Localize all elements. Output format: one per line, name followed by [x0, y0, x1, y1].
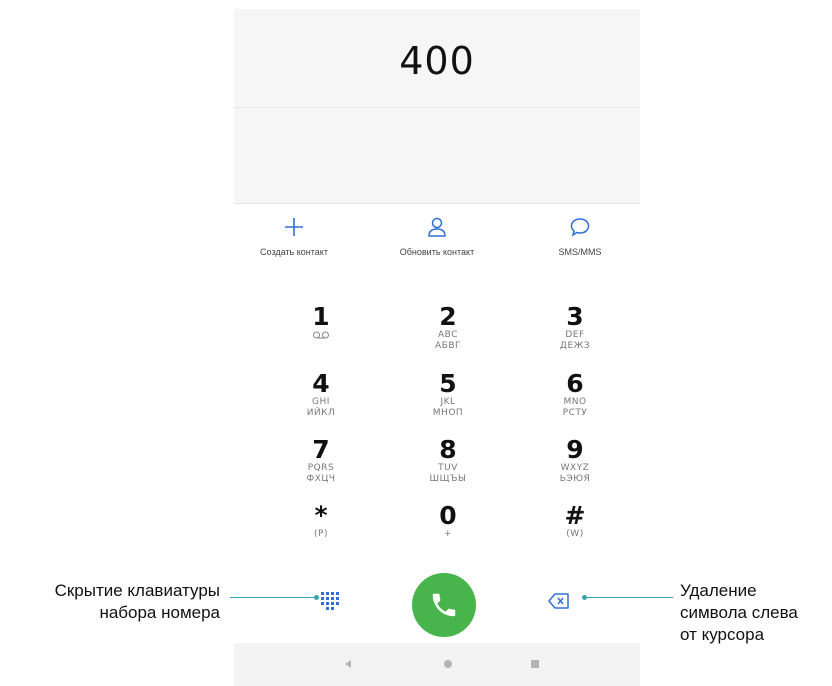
nav-back-button[interactable]: [341, 657, 355, 676]
phone-icon: [432, 593, 456, 617]
update-contact-label: Обновить контакт: [399, 247, 475, 257]
callout-backspace-line1: Удаление: [680, 581, 757, 600]
key-digit: 1: [312, 302, 330, 331]
key-letters-latin: TUV: [438, 463, 458, 473]
recents-square-icon: [531, 660, 539, 668]
key-letters-cyrillic: ФХЦЧ: [306, 474, 336, 484]
key-3[interactable]: 3 DEF ДЕЖЗ: [530, 304, 620, 352]
key-letters-latin: DEF: [565, 330, 585, 340]
person-icon: [428, 217, 446, 237]
key-letters-cyrillic: РСТУ: [562, 408, 588, 418]
callout-right-line: [585, 597, 673, 598]
key-letters-cyrillic: ДЕЖЗ: [559, 341, 591, 351]
hide-keypad-button[interactable]: [319, 590, 341, 617]
key-letters-latin: GHI: [312, 397, 330, 407]
chat-bubble-icon: [570, 218, 590, 237]
key-5[interactable]: 5 JKL МНОП: [403, 371, 493, 419]
key-4[interactable]: 4 GHI ИЙКЛ: [276, 371, 366, 419]
quick-actions: Создать контакт Обновить контакт SMS/MMS: [234, 204, 640, 274]
key-digit: *: [314, 501, 328, 530]
key-letters-latin: MNO: [563, 397, 587, 407]
key-digit: 3: [566, 302, 584, 331]
callout-hide-keypad-line1: Скрытие клавиатуры: [54, 581, 220, 600]
key-letters-latin: ABC: [438, 330, 458, 340]
key-digit: 8: [439, 435, 457, 464]
key-hash[interactable]: # (W): [530, 503, 620, 540]
keypad-grid-icon: [321, 592, 339, 610]
home-circle-icon: [444, 660, 452, 668]
voicemail-icon: [276, 330, 366, 344]
key-digit: 5: [439, 369, 457, 398]
key-6[interactable]: 6 MNO РСТУ: [530, 371, 620, 419]
nav-home-button[interactable]: [441, 657, 455, 676]
callout-backspace-line3: от курсора: [680, 625, 765, 644]
key-sub-label: (P): [314, 529, 328, 539]
key-digit: 9: [566, 435, 584, 464]
create-contact-button[interactable]: Создать контакт: [234, 214, 354, 257]
callout-left-line: [230, 597, 316, 598]
key-letters-latin: WXYZ: [560, 463, 590, 473]
key-sub-label: (W): [566, 529, 584, 539]
number-display: 400: [234, 9, 640, 108]
call-button[interactable]: [412, 573, 476, 637]
key-9[interactable]: 9 WXYZ ЬЭЮЯ: [530, 437, 620, 485]
key-digit: 7: [312, 435, 330, 464]
suggestions-area: [234, 108, 640, 204]
key-letters-cyrillic: ЬЭЮЯ: [559, 474, 591, 484]
key-letters-cyrillic: ШЩЪЫ: [429, 474, 467, 484]
key-sub-label: +: [443, 529, 453, 539]
plus-icon: [285, 218, 303, 236]
callout-left-dot: [314, 595, 319, 600]
key-letters-cyrillic: МНОП: [432, 408, 464, 418]
dialer-screen: 400 Создать контакт Обновить контакт SMS…: [234, 9, 640, 686]
callout-hide-keypad-line2: набора номера: [99, 603, 220, 622]
backspace-button[interactable]: [548, 592, 570, 615]
update-contact-button[interactable]: Обновить контакт: [377, 214, 497, 257]
dialed-number: 400: [399, 39, 475, 83]
key-7[interactable]: 7 PQRS ФХЦЧ: [276, 437, 366, 485]
dialer-bottom-row: [234, 559, 640, 639]
back-triangle-icon: [345, 660, 351, 668]
key-digit: 4: [312, 369, 330, 398]
key-digit: 2: [439, 302, 457, 331]
sms-mms-button[interactable]: SMS/MMS: [520, 214, 640, 257]
create-contact-label: Создать контакт: [260, 247, 328, 257]
callout-backspace: Удаление символа слева от курсора: [680, 580, 798, 646]
key-1[interactable]: 1: [276, 304, 366, 344]
key-8[interactable]: 8 TUV ШЩЪЫ: [403, 437, 493, 485]
key-letters-cyrillic: ИЙКЛ: [306, 408, 336, 418]
key-letters-latin: PQRS: [307, 463, 335, 473]
key-digit: #: [564, 501, 586, 530]
callout-backspace-line2: символа слева: [680, 603, 798, 622]
key-0[interactable]: 0 +: [403, 503, 493, 540]
callout-right-dot: [582, 595, 587, 600]
navigation-bar: [234, 643, 640, 686]
key-2[interactable]: 2 ABC АБВГ: [403, 304, 493, 352]
key-digit: 6: [566, 369, 584, 398]
key-letters-latin: JKL: [440, 397, 456, 407]
sms-mms-label: SMS/MMS: [558, 247, 602, 257]
key-letters-cyrillic: АБВГ: [435, 341, 461, 351]
key-digit: 0: [439, 501, 457, 530]
backspace-icon: [548, 593, 569, 609]
key-star[interactable]: * (P): [276, 503, 366, 540]
callout-hide-keypad: Скрытие клавиатуры набора номера: [55, 580, 220, 624]
nav-recents-button[interactable]: [528, 657, 542, 676]
